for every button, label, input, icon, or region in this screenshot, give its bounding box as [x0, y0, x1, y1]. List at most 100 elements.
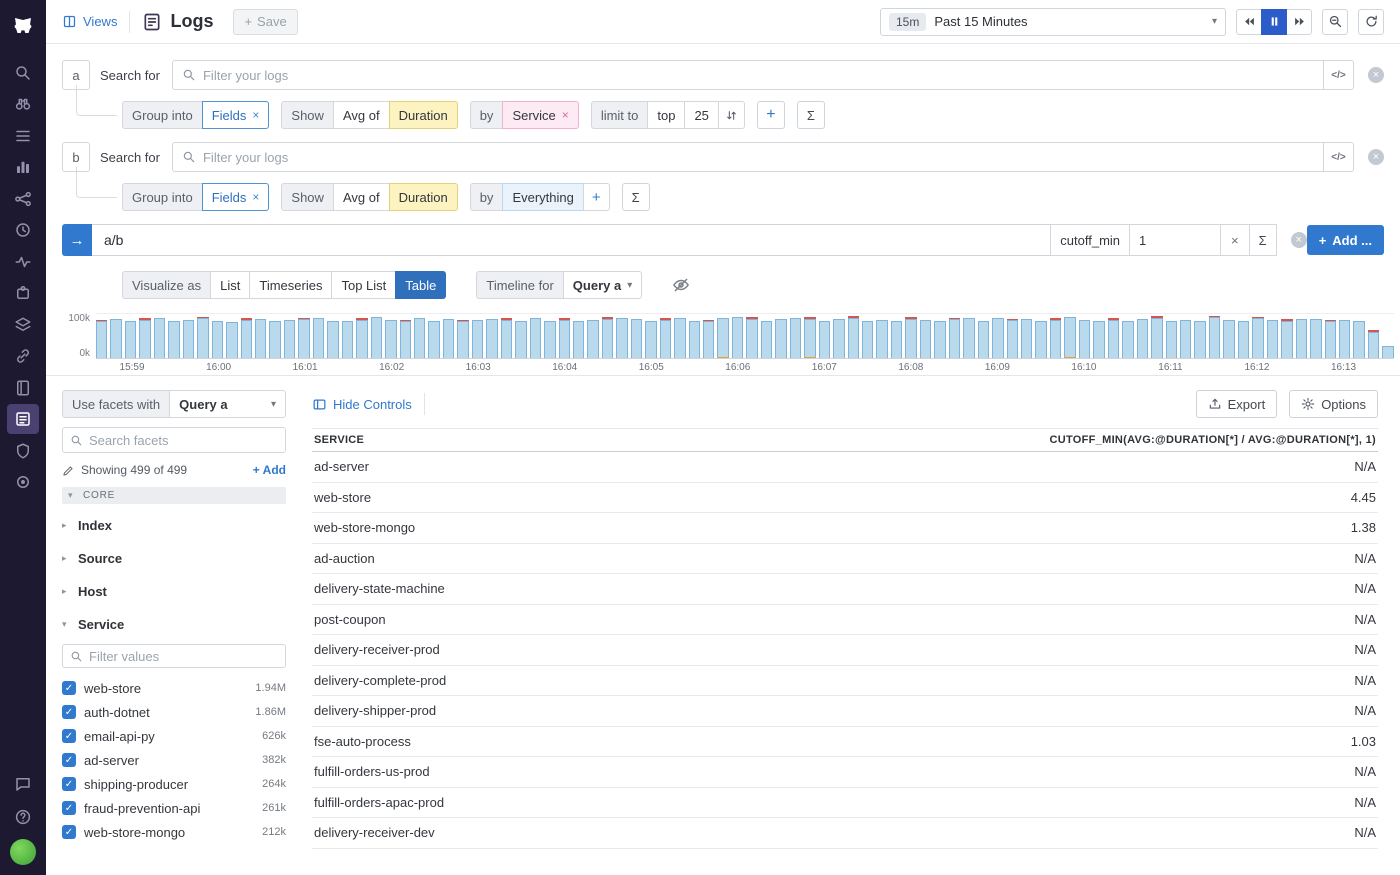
histogram-bar[interactable]: [819, 321, 830, 358]
add-group-by-button[interactable]: +: [757, 101, 785, 129]
table-row[interactable]: delivery-state-machineN/A: [312, 574, 1378, 605]
histogram-bar[interactable]: [428, 321, 439, 358]
binoculars-icon[interactable]: [7, 89, 39, 119]
export-button[interactable]: Export: [1196, 390, 1278, 418]
hide-controls-link[interactable]: Hide Controls: [312, 397, 412, 412]
histogram-bar[interactable]: [920, 320, 931, 358]
histogram-bar[interactable]: [717, 318, 728, 358]
network-icon[interactable]: [7, 184, 39, 214]
histogram-bar[interactable]: [934, 321, 945, 358]
histogram-bar[interactable]: [125, 321, 136, 358]
histogram-bar[interactable]: [1050, 318, 1061, 358]
histogram-bar[interactable]: [905, 317, 916, 358]
histogram-bar[interactable]: [1368, 330, 1379, 358]
help-icon[interactable]: [7, 802, 39, 832]
histogram-bar[interactable]: [544, 321, 555, 358]
tab-top-list[interactable]: Top List: [331, 271, 396, 299]
histogram-bar[interactable]: [168, 321, 179, 358]
pencil-icon[interactable]: [62, 464, 75, 477]
table-row[interactable]: fulfill-orders-apac-prodN/A: [312, 788, 1378, 819]
list-icon[interactable]: [7, 121, 39, 151]
facets-query-select[interactable]: Query a ▾: [169, 390, 286, 418]
histogram-bar[interactable]: [486, 319, 497, 358]
facet-value-row[interactable]: ✓auth-dotnet1.86M: [62, 700, 286, 724]
query-b-code-toggle[interactable]: </>: [1324, 142, 1354, 172]
histogram-bar[interactable]: [631, 319, 642, 358]
histogram-bar[interactable]: [587, 320, 598, 358]
histogram-bar[interactable]: [949, 318, 960, 358]
histogram-bar[interactable]: [992, 318, 1003, 358]
histogram-bar[interactable]: [1021, 319, 1032, 358]
histogram-bar[interactable]: [1035, 321, 1046, 358]
histogram-bar[interactable]: [371, 317, 382, 358]
histogram-bar[interactable]: [96, 320, 107, 358]
histogram-bar[interactable]: [978, 321, 989, 358]
query-a-code-toggle[interactable]: </>: [1324, 60, 1354, 90]
histogram-bar[interactable]: [746, 317, 757, 358]
histogram-bar[interactable]: [1137, 319, 1148, 358]
query-b-remove-button[interactable]: ×: [1368, 149, 1384, 165]
facet-value-row[interactable]: ✓ad-server382k: [62, 748, 286, 772]
pause-button[interactable]: [1261, 9, 1287, 35]
link-icon[interactable]: [7, 341, 39, 371]
histogram-bar[interactable]: [891, 321, 902, 358]
facet-group-service[interactable]: ▾ Service: [62, 609, 286, 639]
histogram-bar[interactable]: [1151, 316, 1162, 358]
formula-input[interactable]: [92, 224, 1051, 256]
facet-group-index[interactable]: ▸ Index: [62, 510, 286, 540]
aggregation-select[interactable]: Avg of: [333, 183, 390, 211]
zoom-out-button[interactable]: [1322, 9, 1348, 35]
table-row[interactable]: delivery-receiver-prodN/A: [312, 635, 1378, 666]
histogram-bar[interactable]: [645, 321, 656, 358]
histogram-bar[interactable]: [327, 321, 338, 358]
add-group-by-button[interactable]: +: [583, 183, 610, 211]
histogram-bar[interactable]: [573, 321, 584, 358]
histogram-bar[interactable]: [1180, 320, 1191, 358]
histogram-bar[interactable]: [385, 320, 396, 358]
histogram-bar[interactable]: [226, 322, 237, 358]
histogram-bar[interactable]: [298, 318, 309, 358]
histogram-bar[interactable]: [241, 318, 252, 358]
table-row[interactable]: ad-serverN/A: [312, 452, 1378, 483]
histogram-bar[interactable]: [269, 321, 280, 358]
histogram-bar[interactable]: [1108, 318, 1119, 358]
checkbox-checked[interactable]: ✓: [62, 753, 76, 767]
histogram-bar[interactable]: [313, 318, 324, 358]
histogram-bar[interactable]: [472, 320, 483, 358]
measure-chip[interactable]: Duration: [389, 183, 458, 211]
add-query-button[interactable]: + Add ...: [1307, 225, 1384, 255]
histogram-bar[interactable]: [356, 318, 367, 358]
histogram-bar[interactable]: [1353, 321, 1364, 358]
chat-icon[interactable]: [7, 769, 39, 799]
histogram-bar[interactable]: [1252, 317, 1263, 358]
facet-search-input[interactable]: [89, 433, 278, 448]
histogram-bar[interactable]: [1223, 320, 1234, 358]
checkbox-checked[interactable]: ✓: [62, 681, 76, 695]
pulse-icon[interactable]: [7, 247, 39, 277]
tab-list[interactable]: List: [210, 271, 250, 299]
histogram-bar[interactable]: [1325, 320, 1336, 358]
logs-icon[interactable]: [7, 404, 39, 434]
checkbox-checked[interactable]: ✓: [62, 729, 76, 743]
limit-direction-select[interactable]: top: [647, 101, 685, 129]
histogram-bar[interactable]: [1382, 346, 1393, 358]
layers-icon[interactable]: [7, 310, 39, 340]
remove-chip-icon[interactable]: ×: [562, 108, 569, 122]
histogram-bar[interactable]: [876, 320, 887, 358]
histogram-bar[interactable]: [1339, 320, 1350, 358]
histogram-bar[interactable]: [1166, 321, 1177, 358]
target-icon[interactable]: [7, 467, 39, 497]
facet-filter-input[interactable]: [89, 649, 278, 664]
histogram-bar[interactable]: [530, 318, 541, 358]
histogram-bar[interactable]: [443, 319, 454, 358]
hide-timeline-icon[interactable]: [672, 276, 690, 294]
table-row[interactable]: delivery-receiver-devN/A: [312, 818, 1378, 849]
histogram-bar[interactable]: [848, 316, 859, 358]
clock-icon[interactable]: [7, 215, 39, 245]
table-row[interactable]: web-store4.45: [312, 483, 1378, 514]
query-a-search-input[interactable]: [203, 68, 1314, 83]
histogram-bar[interactable]: [1064, 317, 1075, 358]
aggregation-select[interactable]: Avg of: [333, 101, 390, 129]
table-row[interactable]: post-couponN/A: [312, 605, 1378, 636]
histogram-bar[interactable]: [197, 317, 208, 358]
